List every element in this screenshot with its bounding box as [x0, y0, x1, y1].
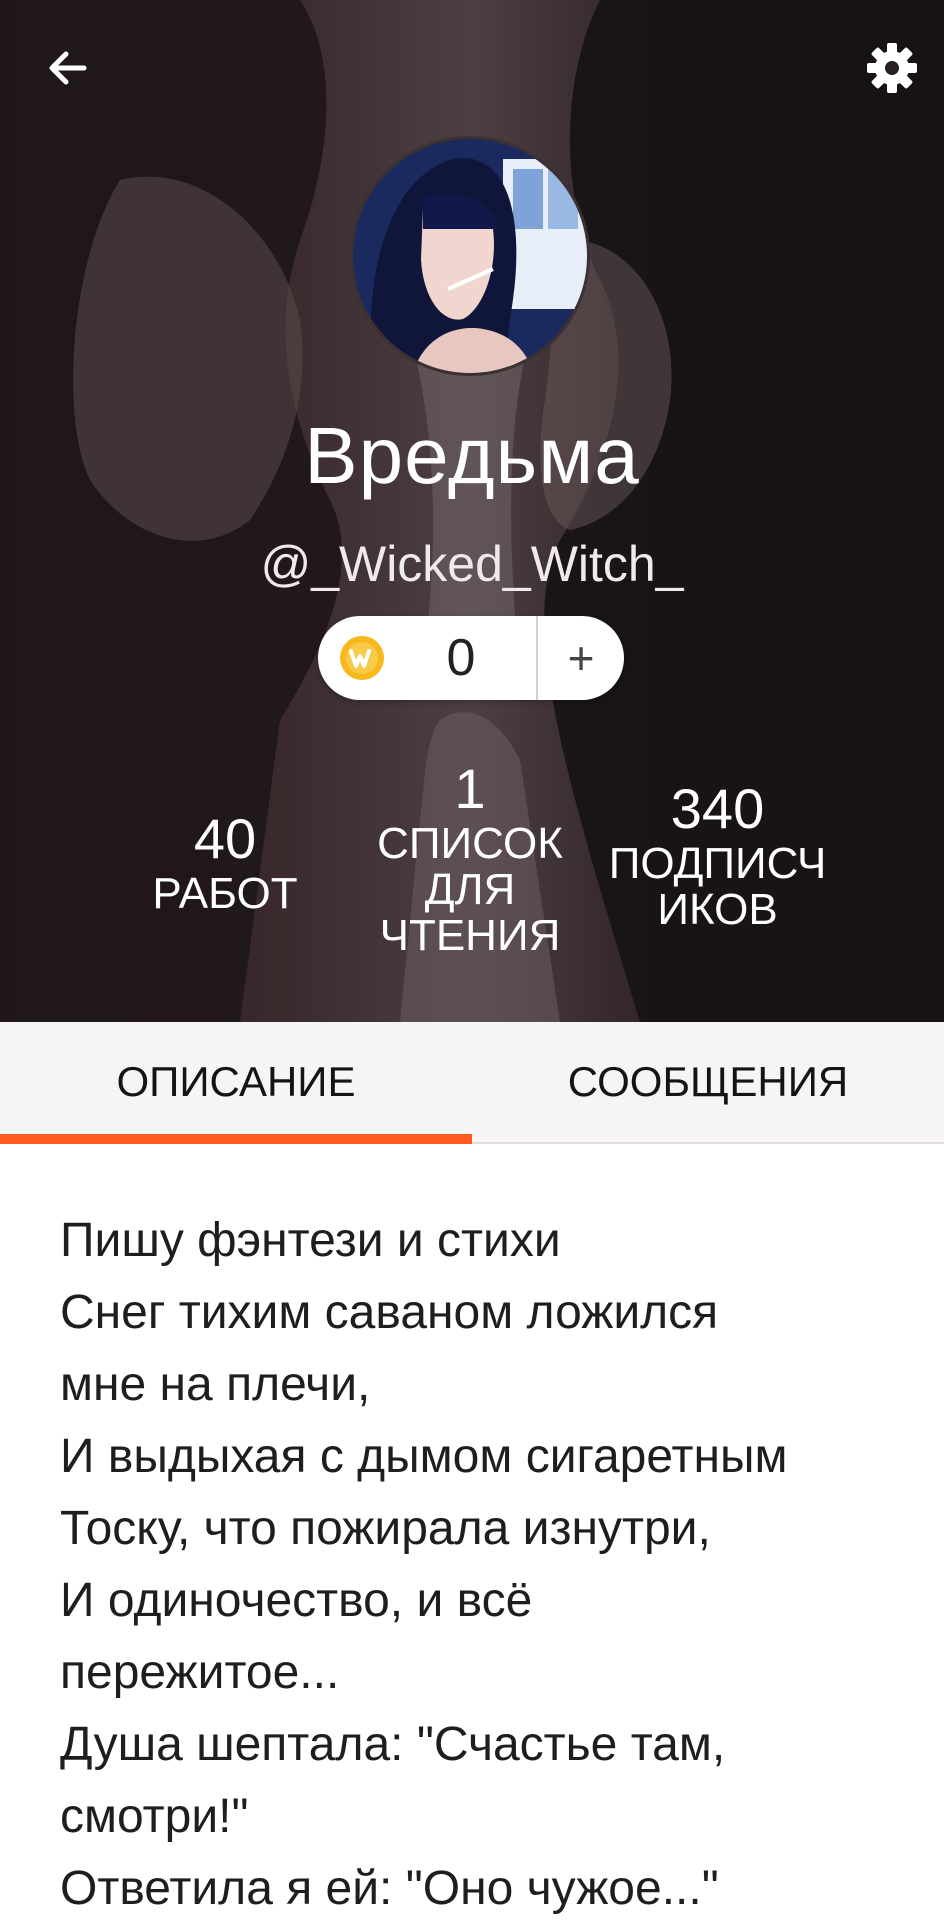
- description-line: Душа шептала: "Счастье там,: [60, 1718, 726, 1771]
- works-count: 40: [193, 807, 257, 870]
- description-line: мне на плечи,: [60, 1358, 371, 1411]
- description-line: Снег тихим саваном ложился: [60, 1286, 719, 1339]
- description-line: Ответила я ей: "Оно чужое...": [60, 1862, 719, 1915]
- reading-lists-count: 1: [454, 757, 486, 820]
- display-name: Вредьма: [304, 411, 640, 500]
- profile-header: Вредьма @_Wicked_Witch_ 0 + 40 РАБОТ 1 С…: [0, 0, 944, 1022]
- reading-lists-label-line: СПИСОК: [377, 819, 563, 868]
- add-coins-button[interactable]: +: [538, 616, 624, 700]
- reading-lists-label-line: ЧТЕНИЯ: [379, 911, 561, 960]
- description-line: И выдыхая с дымом сигаретным: [60, 1430, 788, 1483]
- coin-balance: 0: [446, 629, 476, 687]
- description-line: смотри!": [60, 1790, 249, 1843]
- back-button[interactable]: [36, 36, 100, 100]
- works-label: РАБОТ: [152, 869, 298, 918]
- stat-followers[interactable]: 340 ПОДПИСЧ ИКОВ: [600, 776, 835, 933]
- tab-description[interactable]: ОПИСАНИЕ: [0, 1022, 472, 1144]
- username: @_Wicked_Witch_: [260, 536, 684, 592]
- settings-button[interactable]: [860, 36, 924, 100]
- followers-label-line: ПОДПИСЧ: [608, 839, 827, 888]
- description-line: Тоску, что пожирала изнутри,: [60, 1502, 711, 1555]
- profile-description: Пишу фэнтези и стихи Снег тихим саваном …: [60, 1205, 920, 1925]
- gear-icon: [867, 43, 917, 93]
- arrow-left-icon: [49, 51, 87, 85]
- followers-label-line: ИКОВ: [657, 885, 778, 934]
- description-line: пережитое...: [60, 1646, 340, 1699]
- coins-widget: 0 +: [318, 616, 624, 700]
- tab-messages[interactable]: СООБЩЕНИЯ: [472, 1022, 944, 1142]
- description-line: Пишу фэнтези и стихи: [60, 1214, 561, 1267]
- followers-count: 340: [670, 777, 765, 840]
- profile-tabs: ОПИСАНИЕ СООБЩЕНИЯ: [0, 1022, 944, 1144]
- reading-lists-label-line: ДЛЯ: [424, 865, 516, 914]
- wattpad-coin-icon: [340, 636, 384, 680]
- stat-reading-lists[interactable]: 1 СПИСОК ДЛЯ ЧТЕНИЯ: [370, 756, 570, 959]
- description-line: И одиночество, и всё: [60, 1574, 533, 1627]
- stat-works[interactable]: 40 РАБОТ: [130, 806, 320, 917]
- avatar[interactable]: [350, 136, 590, 376]
- avatar-image: [353, 139, 587, 373]
